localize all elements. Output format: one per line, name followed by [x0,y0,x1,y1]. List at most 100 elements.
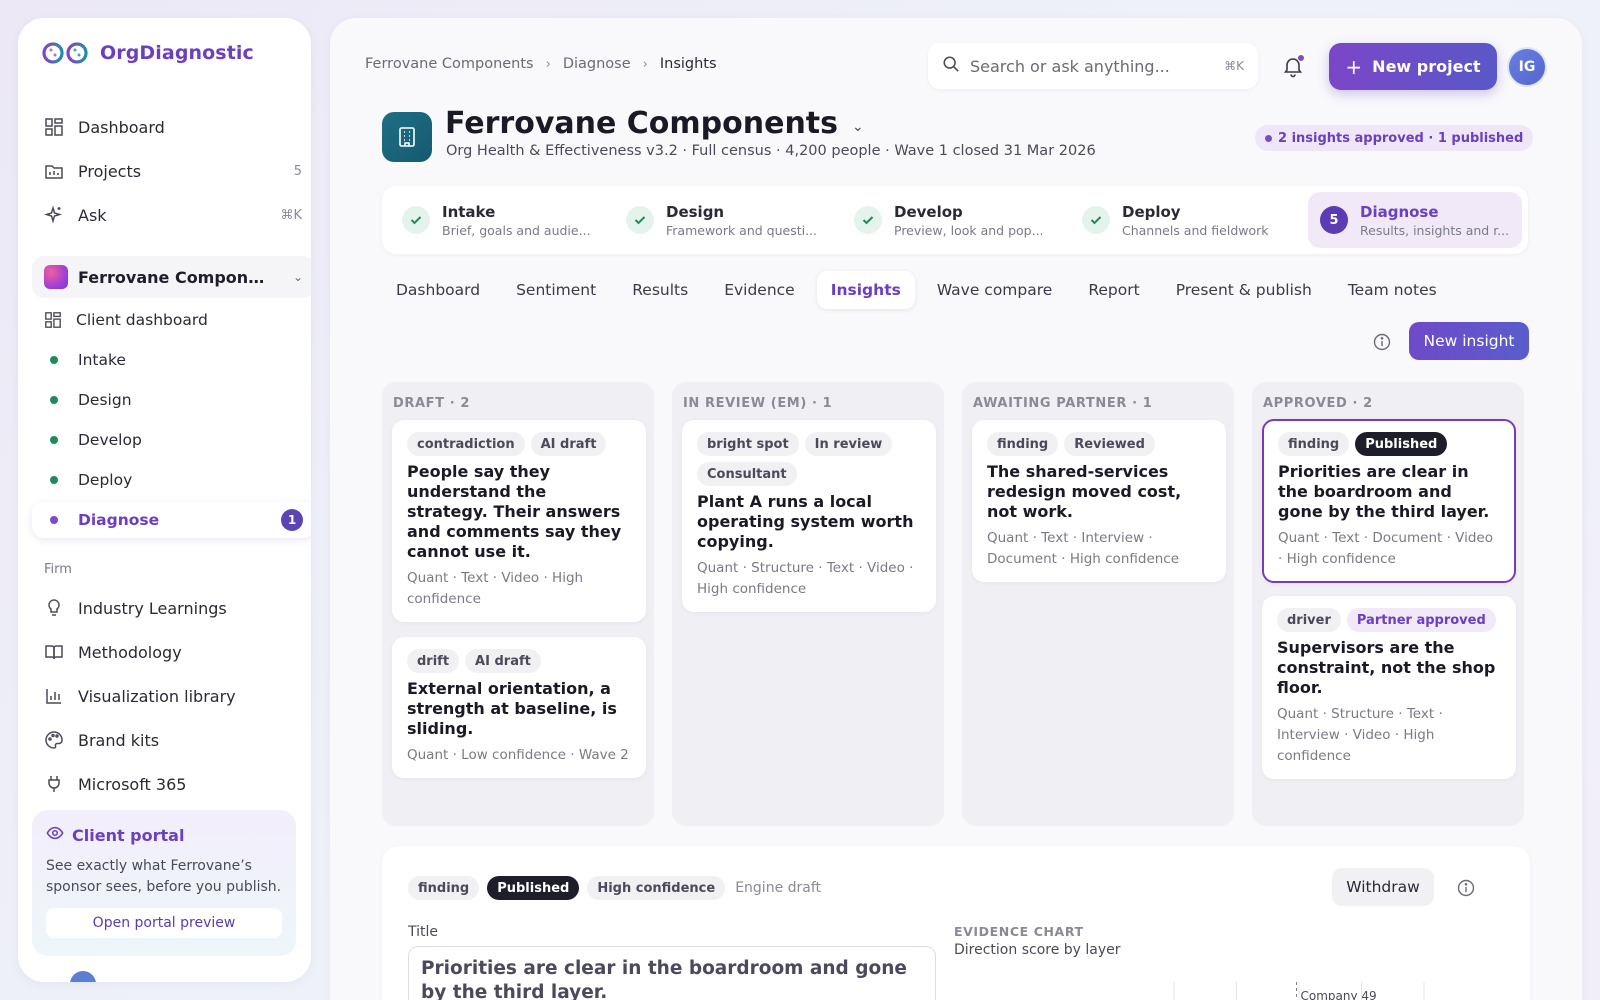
sidebar-item-label: Design [78,391,132,409]
step-design[interactable]: Design Framework and questi... [626,186,817,254]
projects-count: 5 [293,163,302,179]
chevron-right-icon: › [545,56,551,72]
notifications-bell-icon[interactable] [1281,54,1305,78]
tab-results[interactable]: Results [618,271,702,309]
check-icon [854,206,882,234]
info-icon[interactable] [1456,878,1476,898]
folder-icon [44,161,64,181]
card-meta: Quant · Low confidence · Wave 2 [407,747,629,763]
sidebar-item-client-dashboard[interactable]: Client dashboard [44,304,311,336]
ask-shortcut: ⌘K [280,207,302,223]
tab-wave-compare[interactable]: Wave compare [923,271,1066,309]
column-header: AWAITING PARTNER · 1 [973,396,1153,411]
new-insight-button[interactable]: New insight [1409,322,1529,360]
tag-list: finding Published [1278,432,1500,456]
sidebar-item-design[interactable]: Design [44,384,311,416]
plus-icon: + [1345,54,1363,79]
page-title[interactable]: Ferrovane Components ⌄ [445,106,864,141]
open-portal-preview-button[interactable]: Open portal preview [46,908,282,938]
portal-description: See exactly what Ferrovane’s sponsor see… [46,858,282,895]
card-meta: Quant · Structure · Text · Interview · V… [1277,706,1443,764]
insight-card[interactable]: driver Partner approved Supervisors are … [1262,596,1516,779]
insight-detail-panel: finding Published High confidence Engine… [382,846,1530,1000]
kanban-column-awaiting-partner: AWAITING PARTNER · 1 finding Reviewed Th… [962,382,1234,826]
plug-icon [44,774,64,794]
nav-microsoft-365[interactable]: Microsoft 365 [44,767,304,801]
client-portal-card: Client portal See exactly what Ferrovane… [32,810,296,956]
project-selector[interactable]: Ferrovane Compone... ⌄ [32,256,311,298]
tab-sentiment[interactable]: Sentiment [502,271,610,309]
nav-label: Brand kits [78,730,160,750]
sidebar: OrgDiagnostic Dashboard Projects 5 Ask ⌘… [18,18,311,982]
nav-dashboard[interactable]: Dashboard [44,110,304,144]
search-box[interactable]: ⌘K [928,43,1258,89]
insight-card-selected[interactable]: finding Published Priorities are clear i… [1262,419,1516,583]
tab-present-publish[interactable]: Present & publish [1162,271,1326,309]
evidence-chart: Company 49Executive91 [1173,982,1425,1000]
card-meta: Quant · Structure · Text · Video · High … [697,560,914,597]
card-meta: Quant · Text · Interview · Document · Hi… [987,530,1180,567]
tag-list: bright spot In review Consultant [697,432,921,486]
tab-dashboard[interactable]: Dashboard [382,271,494,309]
step-develop[interactable]: Develop Preview, look and pop... [854,186,1044,254]
engine-draft-link[interactable]: Engine draft [735,880,821,896]
step-deploy[interactable]: Deploy Channels and fieldwork [1082,186,1269,254]
card-meta: Quant · Text · Document · Video · High c… [1278,530,1493,567]
tab-insights[interactable]: Insights [816,271,915,309]
new-project-button[interactable]: + New project [1329,43,1497,90]
avatar[interactable] [70,971,96,982]
kanban-column-approved: APPROVED · 2 finding Published Prioritie… [1252,382,1524,826]
brand[interactable]: OrgDiagnostic [40,40,254,66]
nav-industry-learnings[interactable]: Industry Learnings [44,591,304,625]
nav-ask[interactable]: Ask ⌘K [44,198,304,232]
step-diagnose[interactable]: 5 Diagnose Results, insights and r... [1308,192,1522,248]
user-avatar[interactable]: IG [1507,47,1547,87]
nav-brand-kits[interactable]: Brand kits [44,723,304,757]
card-title: Priorities are clear in the boardroom an… [1278,462,1490,521]
insight-card[interactable]: finding Reviewed The shared-services red… [972,420,1226,582]
check-icon [626,206,654,234]
step-label: Intake [442,202,496,221]
tag: bright spot [697,432,799,456]
nav-methodology[interactable]: Methodology [44,635,304,669]
breadcrumb-item[interactable]: Ferrovane Components [365,56,534,72]
sidebar-item-intake[interactable]: Intake [44,344,311,376]
tab-bar: Dashboard Sentiment Results Evidence Ins… [382,271,1459,309]
dashboard-icon [44,311,62,329]
title-field[interactable]: Priorities are clear in the boardroom an… [408,946,936,1000]
sidebar-item-develop[interactable]: Develop [44,424,311,456]
step-label: Deploy [1122,202,1181,221]
main-panel: Ferrovane Components › Diagnose › Insigh… [330,18,1582,1000]
tag: AI draft [465,649,541,673]
info-icon[interactable] [1372,332,1392,352]
tab-team-notes[interactable]: Team notes [1334,271,1451,309]
palette-icon [44,730,64,750]
tag: In review [804,432,893,456]
step-intake[interactable]: Intake Brief, goals and audie... [402,186,591,254]
withdraw-button[interactable]: Withdraw [1332,868,1434,906]
org-title-text: Ferrovane Components [445,106,839,141]
breadcrumb: Ferrovane Components › Diagnose › Insigh… [365,56,717,72]
tag: Consultant [697,462,797,486]
nav-label: Dashboard [78,117,165,137]
bar-chart-icon [44,686,64,706]
insight-card[interactable]: bright spot In review Consultant Plant A… [682,420,936,612]
search-input[interactable] [970,56,1210,76]
status-badge: 2 insights approved · 1 published [1255,125,1534,151]
status-dot [50,396,58,404]
tab-report[interactable]: Report [1074,271,1153,309]
insight-card[interactable]: contradiction AI draft People say they u… [392,420,646,622]
sidebar-item-diagnose[interactable]: Diagnose 1 [32,502,311,538]
sidebar-item-deploy[interactable]: Deploy [44,464,311,496]
notification-dot [1297,54,1305,62]
nav-visualization-library[interactable]: Visualization library [44,679,304,713]
tab-evidence[interactable]: Evidence [710,271,809,309]
step-label: Diagnose [1360,202,1439,221]
partner-approved-tag: Partner approved [1346,608,1496,632]
tag: finding [1278,432,1350,456]
nav-projects[interactable]: Projects 5 [44,154,304,188]
kanban-column-draft: DRAFT · 2 contradiction AI draft People … [382,382,654,826]
breadcrumb-item[interactable]: Diagnose [563,56,631,72]
insight-card[interactable]: drift AI draft External orientation, a s… [392,637,646,778]
tag-list: drift AI draft [407,649,631,673]
